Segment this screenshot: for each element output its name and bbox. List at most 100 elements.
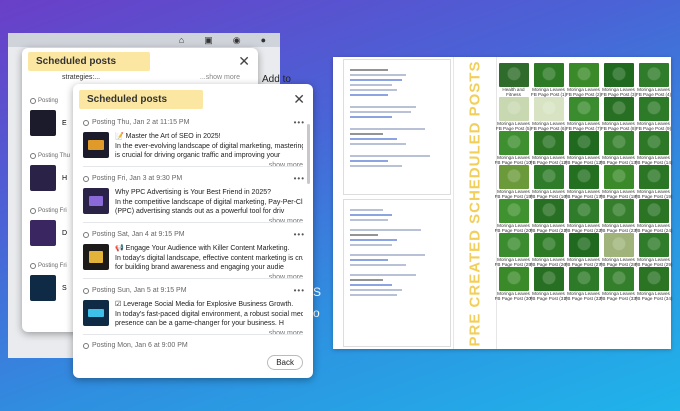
thumbnail-item[interactable]: Moringa Leaves FB Page Post (5) <box>496 97 531 131</box>
post-schedule-time: Posting Mon, Jan 6 at 9:00 PM <box>92 342 188 349</box>
thumbnail-image <box>568 97 599 121</box>
notifications-icon[interactable]: ● <box>261 35 266 45</box>
thumbnail-image <box>498 233 529 257</box>
scrollbar[interactable] <box>307 124 310 184</box>
post-thumbnail <box>30 165 56 191</box>
post-snippet: strategies:... <box>62 74 101 81</box>
thumbnail-item[interactable]: Moringa Leaves FB Page Post (3) <box>601 63 636 97</box>
thumbnail-image <box>498 97 529 121</box>
thumbnail-item[interactable]: Moringa Leaves FB Page Post (1) <box>531 63 566 97</box>
post-thumbnail <box>30 110 56 136</box>
thumbnail-item[interactable]: Moringa Leaves FB Page Post (25) <box>495 233 532 267</box>
thumbnail-item[interactable]: Moringa Leaves FB Page Post (30) <box>495 267 532 301</box>
thumbnail-item[interactable]: Moringa Leaves FB Page Post (17) <box>565 165 602 199</box>
post-schedule-time: Posting Sun, Jan 5 at 9:15 PM <box>92 287 187 294</box>
more-options-icon[interactable]: ••• <box>294 230 305 239</box>
thumbnail-item[interactable]: Moringa Leaves FB Page Post (23) <box>600 199 637 233</box>
thumbnail-item[interactable]: Moringa Leaves FB Page Post (16) <box>530 165 567 199</box>
clock-icon <box>30 98 36 104</box>
close-icon[interactable]: ✕ <box>238 54 250 68</box>
clock-icon <box>30 153 36 159</box>
clock-icon <box>83 342 89 349</box>
thumbnail-image <box>533 131 564 155</box>
thumbnail-image <box>498 165 529 189</box>
post-line: In today's digital landscape, effective … <box>115 254 303 262</box>
thumbnail-item[interactable]: Moringa Leaves FB Page Post (15) <box>495 165 532 199</box>
scheduled-post[interactable]: Posting Fri, Jan 3 at 9:30 PM ••• Why PP… <box>83 174 305 226</box>
post-headline: ☑ Leverage Social Media for Explosive Bu… <box>115 301 294 308</box>
thumbnail-image <box>638 165 669 189</box>
thumbnail-item[interactable]: Moringa Leaves FB Page Post (6) <box>531 97 566 131</box>
post-thumbnail <box>30 220 56 246</box>
thumbnail-item[interactable]: Moringa Leaves FB Page Post (29) <box>635 233 672 267</box>
thumbnail-item[interactable]: Moringa Leaves FB Page Post (34) <box>635 267 672 301</box>
post-line: In today's fast-paced digital environmen… <box>115 310 303 318</box>
thumbnail-item[interactable]: Moringa Leaves FB Page Post (7) <box>566 97 601 131</box>
thumbnail-image <box>638 63 669 87</box>
thumbnail-item[interactable]: Moringa Leaves FB Page Post (10) <box>495 131 532 165</box>
post-thumbnail <box>30 275 56 301</box>
thumbnail-item[interactable]: Moringa Leaves FB Page Post (14) <box>635 131 672 165</box>
thumbnail-item[interactable]: Moringa Leaves FB Page Post (11) <box>530 131 567 165</box>
more-options-icon[interactable]: ••• <box>294 174 305 183</box>
thumbnail-caption: FB Page Post (33) <box>599 296 638 301</box>
post-text-fragment: E <box>62 119 67 127</box>
thumbnail-item[interactable]: Moringa Leaves FB Page Post (33) <box>599 267 638 301</box>
divider <box>83 222 303 223</box>
thumbnail-image <box>603 267 634 291</box>
fb-side-text: o <box>313 306 320 320</box>
home-icon[interactable]: ⌂ <box>179 35 184 45</box>
thumbnail-item[interactable]: Moringa Leaves FB Page Post (8) <box>601 97 636 131</box>
thumbnail-item[interactable]: Moringa Leaves FB Page Post (27) <box>565 233 602 267</box>
scheduled-posts-dialog: Scheduled posts ✕ Posting Thu, Jan 2 at … <box>73 84 313 378</box>
thumbnail-image <box>638 131 669 155</box>
clock-icon <box>30 208 36 214</box>
thumbnail-item[interactable]: Moringa Leaves FB Page Post (28) <box>600 233 637 267</box>
more-options-icon[interactable]: ••• <box>294 286 305 295</box>
thumbnail-item[interactable]: Moringa Leaves FB Page Post (24) <box>635 199 672 233</box>
post-thumbnail <box>83 188 109 214</box>
thumbnail-item[interactable]: Moringa Leaves FB Page Post (32) <box>564 267 603 301</box>
clock-icon <box>83 287 89 294</box>
posting-label: Posting <box>38 98 59 104</box>
thumbnail-item[interactable]: Moringa Leaves FB Page Post (2) <box>566 63 601 97</box>
groups-icon[interactable]: ◉ <box>233 35 241 46</box>
scheduled-post[interactable]: Posting Mon, Jan 6 at 9:00 PM <box>83 342 305 349</box>
marketplace-icon[interactable]: ▣ <box>204 35 213 46</box>
show-more-link[interactable]: ...show more <box>200 74 248 81</box>
post-line: is crucial for driving organic traffic a… <box>115 152 281 159</box>
thumbnail-image <box>498 199 529 223</box>
thumbnail-item[interactable]: Moringa Leaves FB Page Post (31) <box>530 267 567 301</box>
clock-icon <box>83 119 89 126</box>
post-line: In the competitive landscape of digital … <box>115 198 303 206</box>
thumbnail-image <box>603 233 634 257</box>
close-icon[interactable]: ✕ <box>293 92 305 106</box>
thumbnail-item[interactable]: Health and Fitness <box>497 63 530 97</box>
thumbnail-item[interactable]: Moringa Leaves FB Page Post (18) <box>600 165 637 199</box>
thumbnail-item[interactable]: Moringa Leaves FB Page Post (20) <box>495 199 532 233</box>
dialog-title: Scheduled posts <box>79 89 203 109</box>
thumbnail-caption: FB Page Post (32) <box>564 296 603 301</box>
scheduled-post[interactable]: Posting Sun, Jan 5 at 9:15 PM ••• ☑ Leve… <box>83 286 305 338</box>
scheduled-post[interactable]: Posting Sat, Jan 4 at 9:15 PM ••• 📢 Enga… <box>83 230 305 282</box>
vertical-title-column: PRE CREATED SCHEDULED POSTS <box>453 57 497 349</box>
back-button[interactable]: Back <box>267 355 303 370</box>
thumbnail-item[interactable]: Moringa Leaves FB Page Post (9) <box>636 97 671 131</box>
thumbnail-image <box>603 63 634 87</box>
thumbnail-image <box>568 131 599 155</box>
scheduled-post[interactable]: Posting Thu, Jan 2 at 11:15 PM ••• 📝 Mas… <box>83 118 305 170</box>
thumbnail-item[interactable]: Moringa Leaves FB Page Post (4) <box>636 63 671 97</box>
thumbnail-item[interactable]: Moringa Leaves FB Page Post (22) <box>565 199 602 233</box>
thumbnail-item[interactable]: Moringa Leaves FB Page Post (26) <box>530 233 567 267</box>
thumbnail-item[interactable]: Moringa Leaves FB Page Post (19) <box>635 165 672 199</box>
thumbnail-image <box>568 267 599 291</box>
thumbnail-item[interactable]: Moringa Leaves FB Page Post (13) <box>600 131 637 165</box>
thumbnail-image <box>603 165 634 189</box>
thumbnail-item[interactable]: Moringa Leaves FB Page Post (12) <box>565 131 602 165</box>
thumbnail-item[interactable]: Moringa Leaves FB Page Post (21) <box>530 199 567 233</box>
more-options-icon[interactable]: ••• <box>294 118 305 127</box>
document-page <box>343 199 451 347</box>
post-headline: 📢 Engage Your Audience with Killer Conte… <box>115 245 290 252</box>
thumbnail-image <box>638 233 669 257</box>
fb-side-text: S <box>313 285 322 299</box>
